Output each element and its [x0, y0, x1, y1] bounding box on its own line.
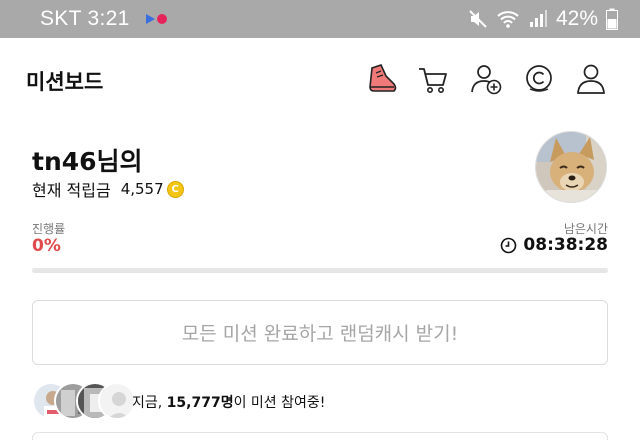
status-bar: SKT 3:21 42% [0, 0, 640, 38]
avatar[interactable] [535, 131, 607, 203]
mute-icon [469, 10, 487, 28]
points-row: 현재 적립금 4,557 C [32, 177, 184, 201]
wifi-icon [497, 11, 519, 28]
coin-icon: C [166, 180, 184, 198]
participants-count: 15,777명 [166, 395, 234, 411]
points-label: 현재 적립금 [32, 181, 111, 200]
points-value: 4,557 [120, 180, 164, 198]
participant-avatar [98, 382, 136, 420]
user-name: tn46님의 [32, 147, 143, 176]
coin-c-icon[interactable] [522, 62, 556, 96]
clock-icon [501, 237, 517, 253]
complete-all-missions-button[interactable]: 모든 미션 완료하고 랜덤캐시 받기! [32, 300, 608, 365]
cart-icon[interactable] [416, 62, 450, 96]
participants-text: 지금, 15,777명이 미션 참여중! [132, 392, 325, 412]
app-bar: 미션보드 [0, 38, 640, 122]
progress-value: 0% [32, 236, 61, 256]
participants-suffix: 이 미션 참여중! [233, 395, 326, 411]
participants-prefix: 지금, [132, 395, 167, 411]
time-left-value: 08:38:28 [523, 235, 608, 255]
add-friend-icon[interactable] [469, 62, 503, 96]
profile-icon[interactable] [574, 62, 608, 96]
mission-card[interactable] [32, 432, 608, 440]
progress-label: 진행률 [32, 222, 66, 236]
signal-icon [529, 10, 547, 27]
mission-sneaker-icon[interactable] [364, 62, 398, 96]
time-left-row: 08:38:28 [500, 235, 608, 255]
status-carrier-time: SKT 3:21 [40, 7, 130, 30]
page-title: 미션보드 [26, 70, 104, 94]
status-indicators: 42% [468, 7, 618, 31]
progress-bar [32, 268, 608, 273]
battery-percent: 42% [555, 7, 598, 30]
battery-icon [606, 8, 618, 30]
